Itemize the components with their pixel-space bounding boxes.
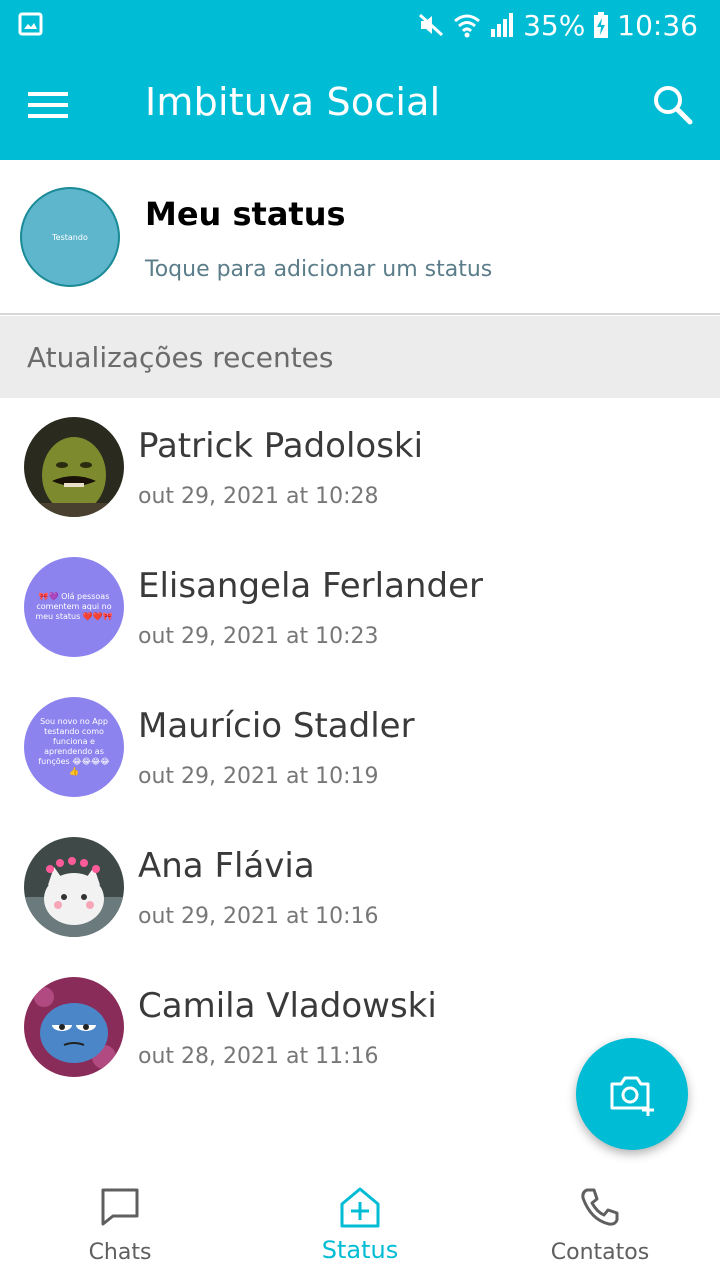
signal-icon xyxy=(491,13,514,37)
nav-chats[interactable]: Chats xyxy=(0,1168,240,1280)
my-status-title: Meu status xyxy=(145,195,346,233)
phone-icon xyxy=(581,1188,619,1226)
avatar[interactable]: 🎀💜 Olá pessoas comentem aqui no meu stat… xyxy=(24,557,124,657)
avatar[interactable] xyxy=(24,977,124,1077)
avatar-image xyxy=(24,417,124,517)
add-status-camera-button[interactable] xyxy=(576,1038,688,1150)
status-item-elisangela[interactable]: 🎀💜 Olá pessoas comentem aqui no meu stat… xyxy=(0,538,720,678)
app-title: Imbituva Social xyxy=(145,80,441,124)
section-title: Atualizações recentes xyxy=(27,341,334,374)
clock: 10:36 xyxy=(617,8,698,42)
app-bar: Imbituva Social xyxy=(0,50,720,160)
avatar[interactable]: Sou novo no App testando como funciona e… xyxy=(24,697,124,797)
contact-name: Camila Vladowski xyxy=(138,986,437,1026)
avatar-image xyxy=(24,837,124,937)
search-icon[interactable] xyxy=(648,80,696,128)
contact-name: Maurício Stadler xyxy=(138,706,415,746)
recent-updates-header: Atualizações recentes xyxy=(0,316,720,398)
contact-name: Patrick Padoloski xyxy=(138,426,424,466)
my-status-subtitle: Toque para adicionar um status xyxy=(145,257,493,282)
nav-contatos[interactable]: Contatos xyxy=(480,1168,720,1280)
wifi-icon xyxy=(454,14,481,38)
nav-label: Status xyxy=(321,1236,399,1264)
bottom-navigation: Chats Status Contatos xyxy=(0,1168,720,1280)
status-item-ana[interactable]: Ana Flávia out 29, 2021 at 10:16 xyxy=(0,818,720,958)
status-time: out 29, 2021 at 10:23 xyxy=(138,624,379,649)
status-time: out 29, 2021 at 10:16 xyxy=(138,904,379,929)
nav-label: Contatos xyxy=(550,1240,650,1265)
contact-name: Ana Flávia xyxy=(138,846,315,886)
status-time: out 29, 2021 at 10:28 xyxy=(138,484,379,509)
avatar[interactable] xyxy=(24,837,124,937)
my-status-avatar[interactable]: Testando xyxy=(20,187,120,287)
mute-icon xyxy=(419,13,444,37)
avatar-image xyxy=(24,977,124,1077)
my-status-row[interactable]: Testando Meu status Toque para adicionar… xyxy=(0,160,720,315)
status-time: out 28, 2021 at 11:16 xyxy=(138,1044,379,1069)
contact-name: Elisangela Ferlander xyxy=(138,566,483,606)
status-list: Patrick Padoloski out 29, 2021 at 10:28 … xyxy=(0,398,720,1098)
avatar-text: Sou novo no App testando como funciona e… xyxy=(38,717,110,776)
system-status-bar: 35% 10:36 xyxy=(0,0,720,50)
menu-icon[interactable] xyxy=(22,80,74,130)
gallery-notification-icon xyxy=(18,12,43,36)
status-item-mauricio[interactable]: Sou novo no App testando como funciona e… xyxy=(0,678,720,818)
my-status-avatar-text: Testando xyxy=(52,232,88,242)
status-item-patrick[interactable]: Patrick Padoloski out 29, 2021 at 10:28 xyxy=(0,398,720,538)
battery-icon xyxy=(594,12,609,38)
status-time: out 29, 2021 at 10:19 xyxy=(138,764,379,789)
battery-percent: 35% xyxy=(523,8,586,42)
camera-add-icon xyxy=(610,1076,654,1116)
avatar[interactable] xyxy=(24,417,124,517)
status-add-icon xyxy=(340,1187,380,1228)
avatar-text: 🎀💜 Olá pessoas comentem aqui no meu stat… xyxy=(35,592,113,621)
chat-icon xyxy=(101,1188,139,1226)
nav-label: Chats xyxy=(88,1240,152,1265)
nav-status[interactable]: Status xyxy=(240,1168,480,1280)
